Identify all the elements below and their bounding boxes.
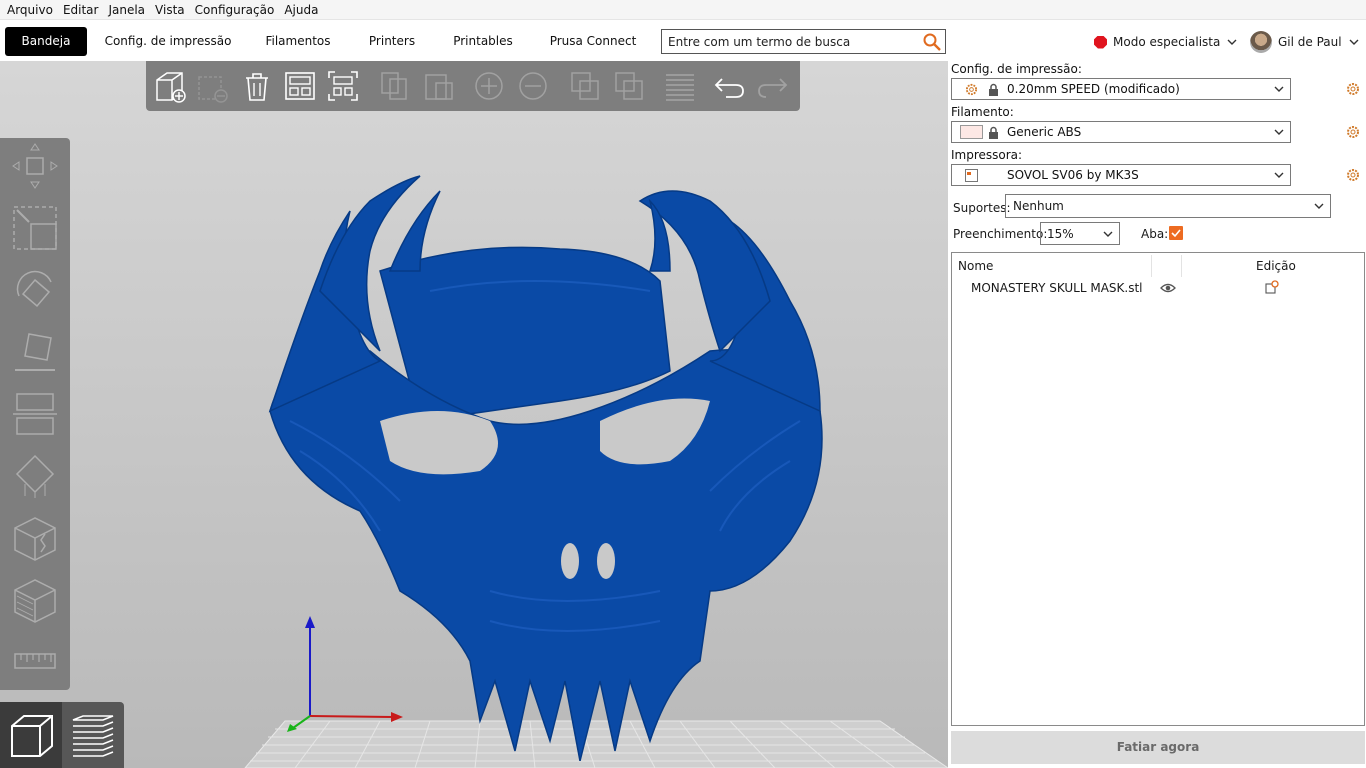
chevron-down-icon <box>1103 231 1113 237</box>
paste-icon[interactable] <box>422 69 456 103</box>
printer-label: Impressora: <box>951 148 1023 162</box>
infill-label: Preenchimento: <box>953 227 1048 241</box>
preview-button[interactable] <box>62 702 124 768</box>
3d-view-button[interactable] <box>0 702 62 768</box>
object-list-header: Nome Edição <box>952 253 1364 277</box>
avatar <box>1250 31 1272 53</box>
supports-combo[interactable]: Nenhum <box>1005 194 1331 218</box>
menu-bar: Arquivo Editar Janela Vista Configuração… <box>0 0 1366 19</box>
layers-editing-icon[interactable] <box>663 69 697 103</box>
seam-painting-icon[interactable] <box>11 514 59 562</box>
lock-icon <box>989 126 998 139</box>
filament-gear-icon[interactable] <box>1346 125 1360 139</box>
place-on-face-icon[interactable] <box>11 328 59 376</box>
chevron-down-icon <box>1274 172 1284 178</box>
checkmark-icon <box>1171 229 1181 238</box>
filament-color-swatch <box>960 125 983 139</box>
undo-icon[interactable] <box>712 69 746 103</box>
chevron-down-icon <box>1274 129 1284 135</box>
remove-instance-icon[interactable] <box>516 69 550 103</box>
layers-icon <box>72 715 114 757</box>
cut-icon[interactable] <box>11 390 59 438</box>
axes-gizmo <box>287 616 403 732</box>
3d-viewport[interactable] <box>0 61 948 768</box>
chevron-down-icon <box>1274 86 1284 92</box>
support-painting-icon[interactable] <box>11 452 59 500</box>
mode-selector[interactable]: Modo especialista <box>1094 33 1238 51</box>
split-objects-icon[interactable] <box>568 69 602 103</box>
fuzzy-skin-icon[interactable] <box>11 576 59 624</box>
arrange-icon[interactable] <box>283 69 317 103</box>
search-box <box>661 29 946 54</box>
menu-help[interactable]: Ajuda <box>279 3 323 17</box>
chevron-down-icon <box>1349 39 1359 45</box>
tab-filaments[interactable]: Filamentos <box>259 27 337 56</box>
gear-icon <box>965 83 978 96</box>
mode-label: Modo especialista <box>1113 35 1221 49</box>
brim-checkbox[interactable] <box>1169 226 1183 240</box>
infill-value: 15% <box>1047 227 1074 241</box>
menu-window[interactable]: Janela <box>103 3 150 17</box>
supports-label: Suportes: <box>953 201 1011 215</box>
brim-label: Aba: <box>1141 227 1169 241</box>
infill-combo[interactable]: 15% <box>1040 222 1120 245</box>
edit-settings-icon[interactable] <box>1265 280 1279 294</box>
tab-print-settings[interactable]: Config. de impressão <box>104 27 232 56</box>
menu-file[interactable]: Arquivo <box>2 3 58 17</box>
print-settings-label: Config. de impressão: <box>951 62 1082 76</box>
add-object-icon[interactable] <box>154 69 188 103</box>
menu-configuration[interactable]: Configuração <box>190 3 280 17</box>
measure-icon[interactable] <box>11 638 59 686</box>
top-toolbar <box>146 61 800 111</box>
print-settings-value: 0.20mm SPEED (modificado) <box>1007 82 1180 96</box>
printer-value: SOVOL SV06 by MK3S <box>1007 168 1139 182</box>
object-row[interactable]: MONASTERY SKULL MASK.stl <box>952 277 1364 299</box>
tab-printers[interactable]: Printers <box>362 27 422 56</box>
chevron-down-icon <box>1227 39 1237 45</box>
eye-icon[interactable] <box>1160 282 1176 294</box>
chevron-down-icon <box>1314 203 1324 209</box>
filament-label: Filamento: <box>951 105 1014 119</box>
arrange-selection-icon[interactable] <box>326 69 360 103</box>
printer-combo[interactable]: SOVOL SV06 by MK3S <box>951 164 1291 186</box>
column-name[interactable]: Nome <box>958 259 993 273</box>
split-parts-icon[interactable] <box>612 69 646 103</box>
filament-combo[interactable]: Generic ABS <box>951 121 1291 143</box>
copy-icon[interactable] <box>378 69 412 103</box>
delete-all-icon[interactable] <box>240 69 274 103</box>
scale-icon[interactable] <box>11 204 59 252</box>
cube-icon <box>11 715 53 757</box>
print-settings-combo[interactable]: 0.20mm SPEED (modificado) <box>951 78 1291 100</box>
object-name: MONASTERY SKULL MASK.stl <box>971 281 1143 295</box>
lock-icon <box>989 83 998 96</box>
expert-mode-icon <box>1094 35 1107 49</box>
supports-value: Nenhum <box>1013 199 1064 213</box>
left-toolbar <box>0 138 70 690</box>
rotate-icon[interactable] <box>11 266 59 314</box>
column-edit[interactable]: Edição <box>1256 259 1296 273</box>
tab-printables[interactable]: Printables <box>448 27 518 56</box>
slice-now-button[interactable]: Fatiar agora <box>951 731 1365 764</box>
tab-plater[interactable]: Bandeja <box>5 27 87 56</box>
delete-object-icon[interactable] <box>196 69 230 103</box>
user-name: Gil de Paul <box>1278 35 1342 49</box>
redo-icon[interactable] <box>756 69 790 103</box>
search-icon[interactable] <box>922 32 942 52</box>
printer-gear-icon[interactable] <box>1346 168 1360 182</box>
filament-value: Generic ABS <box>1007 125 1082 139</box>
tab-bar: Bandeja Config. de impressão Filamentos … <box>0 19 1366 61</box>
menu-edit[interactable]: Editar <box>58 3 104 17</box>
view-switch <box>0 702 124 768</box>
right-panel: Config. de impressão: 0.20mm SPEED (modi… <box>948 61 1366 768</box>
tab-prusa-connect[interactable]: Prusa Connect <box>546 27 640 56</box>
search-input[interactable] <box>662 30 912 53</box>
add-instance-icon[interactable] <box>472 69 506 103</box>
move-icon[interactable] <box>11 142 59 190</box>
user-menu[interactable]: Gil de Paul <box>1250 30 1360 54</box>
printer-icon <box>965 169 978 182</box>
print-settings-gear-icon[interactable] <box>1346 82 1360 96</box>
object-list: Nome Edição MONASTERY SKULL MASK.stl <box>951 252 1365 726</box>
menu-view[interactable]: Vista <box>150 3 190 17</box>
